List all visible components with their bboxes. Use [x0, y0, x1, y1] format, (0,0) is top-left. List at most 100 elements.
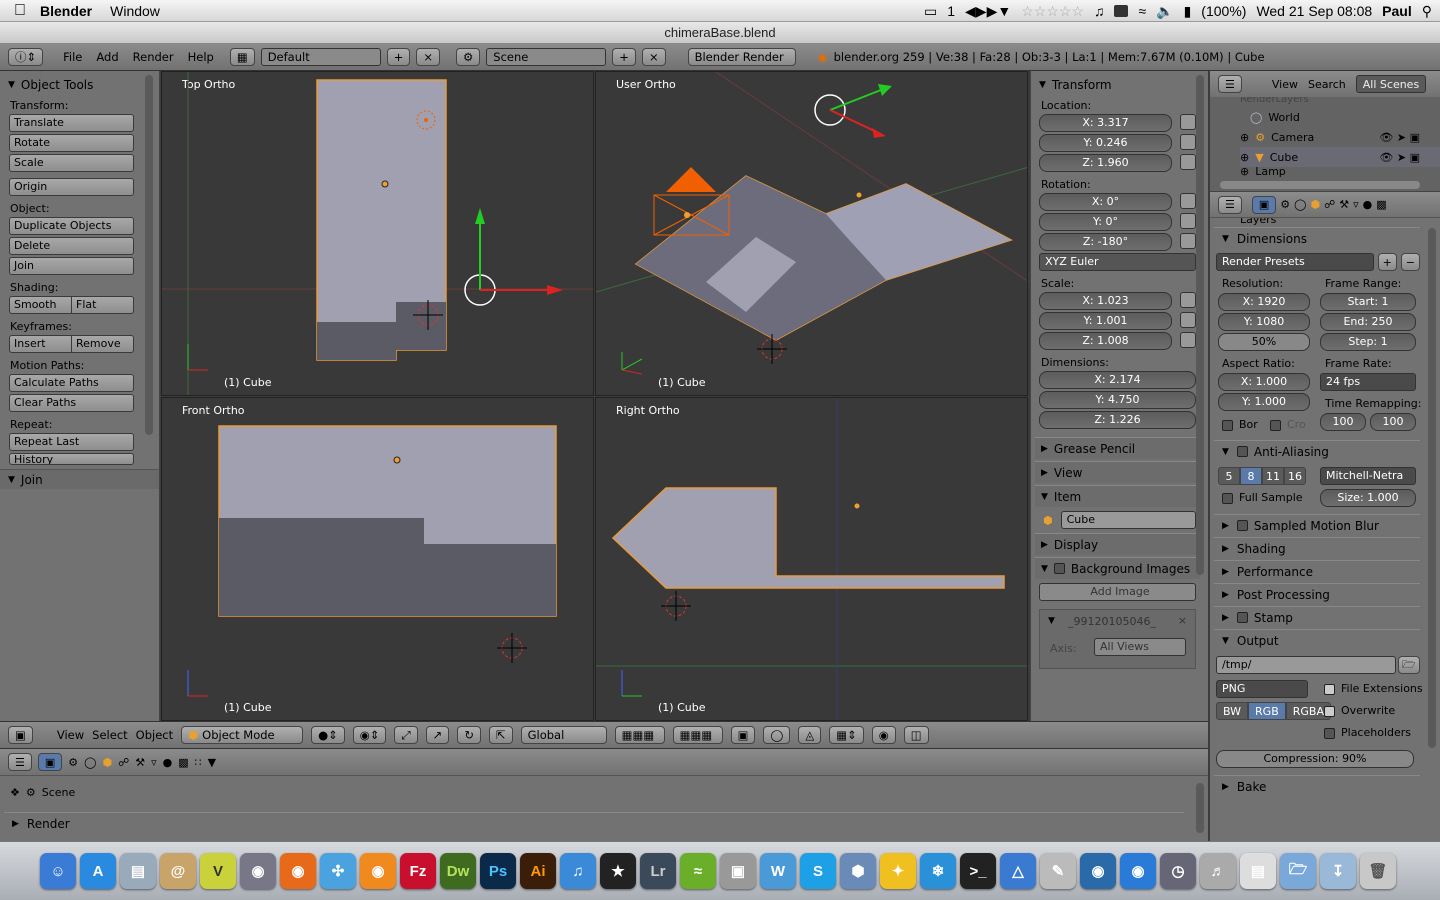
- outliner-item-world[interactable]: ◯ World: [1240, 107, 1440, 127]
- terminal-icon[interactable]: >_: [960, 853, 996, 889]
- lock-icon[interactable]: [1180, 134, 1196, 150]
- lock-icon[interactable]: [1180, 213, 1196, 229]
- background-images-header[interactable]: ▼ Background Images: [1035, 557, 1200, 579]
- flat-button[interactable]: Flat: [72, 296, 134, 314]
- lock-icon[interactable]: [1180, 233, 1196, 249]
- world-tab-icon[interactable]: ◯: [84, 756, 96, 769]
- outliner-filter-select[interactable]: All Scenes: [1355, 75, 1427, 93]
- render-panel-header[interactable]: ▶ Render: [4, 812, 1184, 834]
- quicktime-icon[interactable]: ◉: [1080, 853, 1116, 889]
- pen-icon[interactable]: ✎: [1040, 853, 1076, 889]
- expand-plus-icon[interactable]: ⊕: [1240, 131, 1249, 144]
- aa-sample-8[interactable]: 8: [1240, 467, 1262, 485]
- scale-manipulator-icon[interactable]: ⇱: [488, 726, 513, 744]
- preview-icon[interactable]: ▤: [120, 853, 156, 889]
- firefox-icon[interactable]: ◉: [280, 853, 316, 889]
- remove-preset-button[interactable]: −: [1400, 253, 1420, 271]
- object-mode-select[interactable]: ⬢ Object Mode: [181, 726, 304, 744]
- placeholders-row[interactable]: Placeholders: [1324, 726, 1411, 739]
- output-path-field[interactable]: /tmp/: [1216, 656, 1396, 674]
- frame-end-field[interactable]: End: 250: [1320, 313, 1416, 331]
- apple-menu-icon[interactable]: : [0, 2, 40, 20]
- editor-type-button[interactable]: ☰: [1218, 195, 1242, 214]
- battery-icon[interactable]: ▮: [1184, 3, 1192, 20]
- aa-sample-16[interactable]: 16: [1284, 467, 1306, 485]
- scale-button[interactable]: Scale: [9, 154, 134, 172]
- physics-tab-icon[interactable]: ▼: [208, 756, 216, 769]
- render-tab-icon[interactable]: ▣: [1251, 195, 1277, 214]
- outliner-search-menu[interactable]: Search: [1308, 78, 1346, 91]
- virtualbox-icon[interactable]: ⬢: [840, 853, 876, 889]
- item-panel-header[interactable]: ▼ Item: [1035, 485, 1200, 507]
- viewport-top-ortho[interactable]: Top Ortho (1) Cube: [161, 71, 594, 396]
- media-controls-icon[interactable]: ◀▶▶▼: [965, 3, 1011, 20]
- volume-icon[interactable]: 🔈: [1156, 3, 1173, 20]
- display-panel-header[interactable]: ▶ Display: [1035, 533, 1200, 555]
- rotate-manipulator-icon[interactable]: ↻: [457, 726, 481, 744]
- lock-icon[interactable]: [1180, 193, 1196, 209]
- overwrite-checkbox[interactable]: [1324, 705, 1335, 717]
- border-checkbox-row[interactable]: Bor: [1222, 418, 1258, 431]
- outliner-item-camera[interactable]: ⊕ ⚙ Camera 👁 ➤ ▣: [1240, 127, 1440, 147]
- color-rgb-button[interactable]: RGB: [1248, 702, 1286, 720]
- snap-toggle-icon[interactable]: ◬: [798, 726, 822, 744]
- clear-paths-button[interactable]: Clear Paths: [9, 394, 134, 412]
- motion-blur-header[interactable]: ▶ Sampled Motion Blur: [1214, 514, 1420, 536]
- pivot-select[interactable]: ◉⇕: [352, 726, 387, 744]
- world-tab-icon[interactable]: ◯: [1294, 198, 1306, 211]
- filezilla-icon[interactable]: Fz: [400, 853, 436, 889]
- word-icon[interactable]: W: [760, 853, 796, 889]
- imovie-icon[interactable]: ★: [600, 853, 636, 889]
- aa-filter-select[interactable]: Mitchell-Netra: [1320, 467, 1416, 485]
- layers-grid-2[interactable]: ▦▦▦: [672, 726, 723, 744]
- aspect-y-field[interactable]: Y: 1.000: [1218, 393, 1310, 411]
- location-x-field[interactable]: X: 3.317: [1039, 114, 1172, 132]
- lock-icon[interactable]: [1180, 312, 1196, 328]
- constraint-tab-icon[interactable]: ☍: [1324, 198, 1335, 211]
- frame-start-field[interactable]: Start: 1: [1320, 293, 1416, 311]
- remap-old-field[interactable]: 100: [1320, 413, 1366, 431]
- constraint-tab-icon[interactable]: ☍: [118, 756, 129, 769]
- grease-pencil-header[interactable]: ▶ Grease Pencil: [1035, 437, 1200, 459]
- app-store-icon[interactable]: A: [80, 853, 116, 889]
- disk-utility-icon[interactable]: ◉: [240, 853, 276, 889]
- proportional-edit-icon[interactable]: ◯: [763, 726, 791, 744]
- tool-scrollbar[interactable]: [145, 75, 153, 435]
- render-scrollbar[interactable]: [1428, 228, 1436, 748]
- folder-icon[interactable]: 🗁: [1398, 656, 1420, 674]
- blender-icon[interactable]: ◉: [360, 853, 396, 889]
- tray-icon[interactable]: [1114, 5, 1129, 17]
- resolution-x-field[interactable]: X: 1920: [1218, 293, 1310, 311]
- lock-icon[interactable]: [1180, 154, 1196, 170]
- lightroom-icon[interactable]: Lr: [640, 853, 676, 889]
- overwrite-row[interactable]: Overwrite: [1324, 704, 1395, 717]
- frame-step-field[interactable]: Step: 1: [1320, 333, 1416, 351]
- translate-button[interactable]: Translate: [9, 114, 134, 132]
- smooth-button[interactable]: Smooth: [9, 296, 72, 314]
- photoshop-icon[interactable]: Ps: [480, 853, 516, 889]
- shading-header[interactable]: ▶ Shading: [1214, 537, 1420, 559]
- folder-icon[interactable]: 🗁: [1280, 853, 1316, 889]
- outliner-view-menu[interactable]: View: [1272, 78, 1298, 91]
- location-y-field[interactable]: Y: 0.246: [1039, 134, 1172, 152]
- render-tab-icon[interactable]: ▣: [37, 753, 63, 771]
- object-menu[interactable]: Object: [136, 728, 173, 742]
- dimensions-header[interactable]: ▼ Dimensions: [1214, 227, 1420, 249]
- motion-blur-checkbox[interactable]: [1236, 520, 1248, 531]
- audio-icon[interactable]: ♬: [1200, 853, 1236, 889]
- expand-plus-icon[interactable]: ⊕: [1240, 167, 1249, 177]
- render-anim-icon[interactable]: ◫: [903, 726, 929, 744]
- placeholders-checkbox[interactable]: [1324, 727, 1335, 739]
- editor-type-button[interactable]: ⓘ⇕: [8, 48, 44, 66]
- aspect-x-field[interactable]: X: 1.000: [1218, 373, 1310, 391]
- fps-select[interactable]: 24 fps: [1320, 373, 1416, 391]
- close-icon[interactable]: ×: [1178, 614, 1187, 627]
- render-engine-select[interactable]: Blender Render: [687, 48, 796, 66]
- data-tab-icon[interactable]: ▿: [151, 756, 157, 769]
- rotation-x-field[interactable]: X: 0°: [1039, 193, 1172, 211]
- data-tab-icon[interactable]: ▿: [1353, 198, 1359, 211]
- screen-layout-icon[interactable]: ▦: [229, 48, 255, 66]
- aa-checkbox[interactable]: [1236, 446, 1248, 457]
- dreamweaver-icon[interactable]: Dw: [440, 853, 476, 889]
- user-name[interactable]: Paul: [1382, 3, 1412, 19]
